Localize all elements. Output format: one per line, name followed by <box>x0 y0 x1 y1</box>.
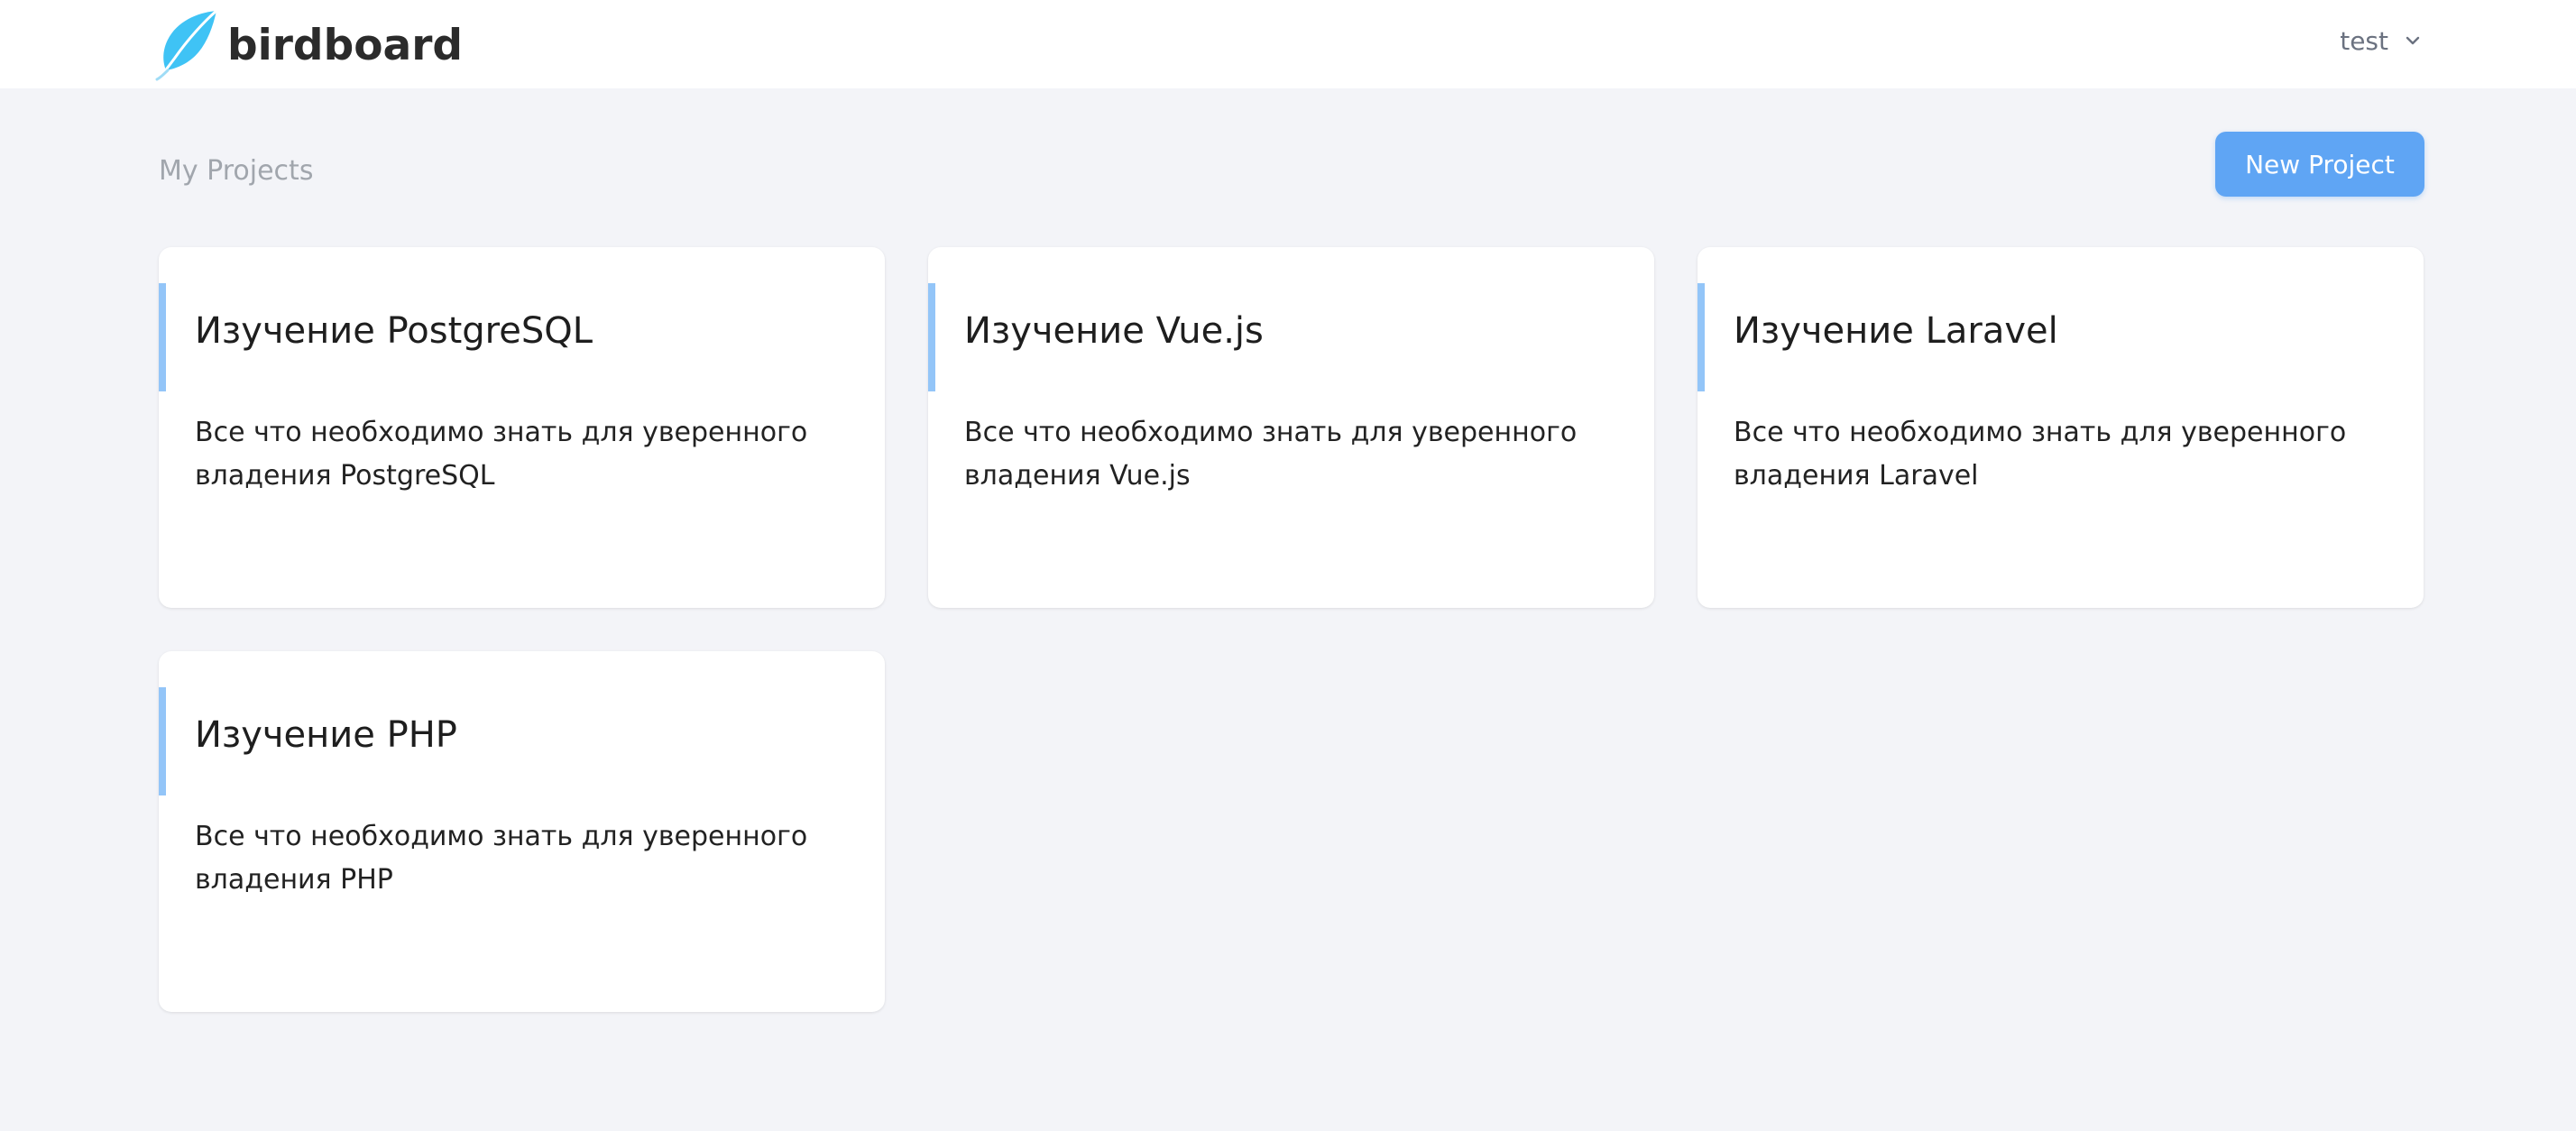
project-card[interactable]: Изучение Laravel Все что необходимо знат… <box>1697 247 2424 608</box>
page-title: My Projects <box>159 155 314 187</box>
project-card[interactable]: Изучение PHP Все что необходимо знать дл… <box>159 651 885 1012</box>
project-title[interactable]: Изучение Vue.js <box>964 310 1264 352</box>
top-navbar: birdboard test <box>0 0 2576 88</box>
project-description: Все что необходимо знать для уверенного … <box>195 821 808 896</box>
feather-logo-icon <box>155 9 218 81</box>
card-accent-bar <box>159 687 166 795</box>
card-accent-bar <box>1697 283 1705 391</box>
card-accent-bar <box>159 283 166 391</box>
project-description: Все что необходимо знать для уверенного … <box>964 417 1578 492</box>
project-description: Все что необходимо знать для уверенного … <box>195 417 808 492</box>
project-card[interactable]: Изучение PostgreSQL Все что необходимо з… <box>159 247 885 608</box>
project-description: Все что необходимо знать для уверенного … <box>1734 417 2347 492</box>
user-name: test <box>2340 25 2388 56</box>
projects-grid: Изучение PostgreSQL Все что необходимо з… <box>159 247 2424 1012</box>
project-title[interactable]: Изучение PHP <box>195 714 457 756</box>
card-accent-bar <box>928 283 935 391</box>
page-header: My Projects New Project <box>159 132 2424 197</box>
project-title[interactable]: Изучение Laravel <box>1734 310 2058 352</box>
chevron-down-icon <box>2406 36 2420 45</box>
user-menu-dropdown[interactable]: test <box>2340 20 2423 61</box>
project-card[interactable]: Изучение Vue.js Все что необходимо знать… <box>928 247 1654 608</box>
project-title[interactable]: Изучение PostgreSQL <box>195 310 593 352</box>
brand-link[interactable]: birdboard <box>153 9 463 81</box>
new-project-button[interactable]: New Project <box>2215 132 2424 197</box>
brand-name: birdboard <box>227 20 464 70</box>
